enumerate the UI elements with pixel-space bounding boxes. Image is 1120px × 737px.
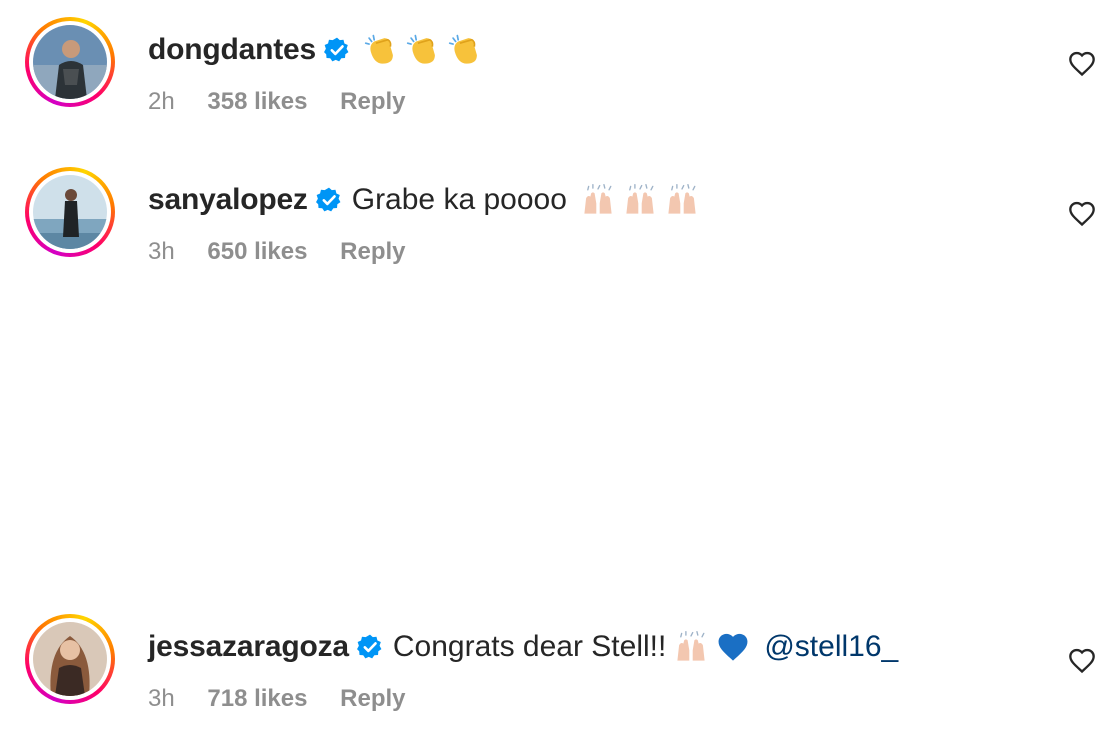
story-ring[interactable] xyxy=(25,17,115,107)
raising-hands-icon xyxy=(626,184,654,214)
raising-hands-icon xyxy=(677,631,705,661)
like-heart-icon[interactable] xyxy=(1068,50,1096,78)
raising-hands-icon xyxy=(668,184,696,214)
avatar[interactable] xyxy=(33,622,107,696)
comment-item: sanyalopez Grabe ka poooo 3h 650 likes R… xyxy=(0,160,1120,270)
username[interactable]: jessazaragoza xyxy=(148,630,349,664)
verified-badge-icon xyxy=(324,37,349,62)
username[interactable]: dongdantes xyxy=(148,33,316,67)
story-ring[interactable] xyxy=(25,614,115,704)
comment-item: jessazaragoza Congrats dear Stell!! @ste… xyxy=(0,607,1120,717)
comment-time: 3h xyxy=(148,685,175,712)
story-ring[interactable] xyxy=(25,167,115,257)
likes-count[interactable]: 718 likes xyxy=(207,685,307,712)
comment-item: dongdantes 2h 358 likes Reply xyxy=(0,10,1120,120)
reply-button[interactable]: Reply xyxy=(340,685,405,712)
comment-meta: 3h 650 likes Reply xyxy=(148,238,432,266)
comment-text: Congrats dear Stell!! xyxy=(392,630,667,663)
clapping-hands-icon xyxy=(448,34,477,64)
like-heart-icon[interactable] xyxy=(1068,200,1096,228)
like-heart-icon[interactable] xyxy=(1068,647,1096,675)
comment-time: 2h xyxy=(148,88,175,115)
reply-button[interactable]: Reply xyxy=(340,88,405,115)
comment-meta: 2h 358 likes Reply xyxy=(148,88,432,116)
comment-text: Grabe ka poooo xyxy=(351,183,567,216)
verified-badge-icon xyxy=(315,187,341,212)
verified-badge-icon xyxy=(356,634,382,659)
avatar[interactable] xyxy=(33,25,107,99)
mention-link[interactable]: @stell16_ xyxy=(764,630,898,664)
likes-count[interactable]: 650 likes xyxy=(207,238,307,265)
clapping-hands-icon xyxy=(364,34,393,64)
blue-heart-icon xyxy=(718,633,748,661)
username[interactable]: sanyalopez xyxy=(148,183,308,217)
raising-hands-icon xyxy=(584,184,612,214)
reply-button[interactable]: Reply xyxy=(340,238,405,265)
clapping-hands-icon xyxy=(406,34,435,64)
likes-count[interactable]: 358 likes xyxy=(207,88,307,115)
comment-meta: 3h 718 likes Reply xyxy=(148,685,432,713)
comment-time: 3h xyxy=(148,238,175,265)
avatar[interactable] xyxy=(33,175,107,249)
